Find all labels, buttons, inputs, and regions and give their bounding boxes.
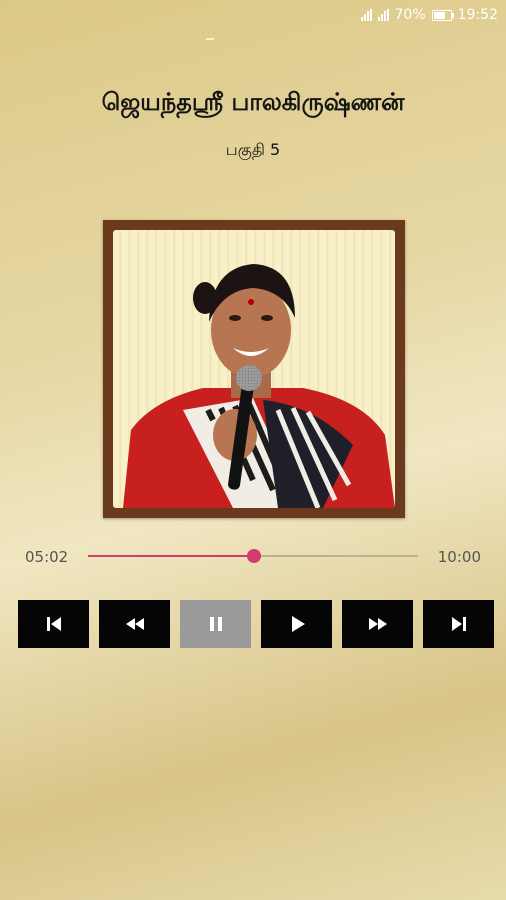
play-button[interactable] xyxy=(261,600,332,648)
seek-bar[interactable] xyxy=(88,549,418,563)
track-title: ஜெயந்தஸ்ரீ பாலகிருஷ்ணன் xyxy=(101,88,405,116)
skip-previous-icon xyxy=(46,617,61,631)
album-artwork xyxy=(103,220,405,518)
battery-percentage: 70% xyxy=(394,7,426,23)
artwork-photo xyxy=(113,230,395,508)
cellular-signal-icon xyxy=(377,9,389,21)
total-time: 10:00 xyxy=(437,548,481,566)
seek-progress xyxy=(88,555,254,557)
rewind-button[interactable] xyxy=(99,600,170,648)
pause-button[interactable] xyxy=(180,600,251,648)
speaker-portrait xyxy=(123,264,395,508)
clock: 19:52 xyxy=(457,7,498,23)
divider xyxy=(206,38,214,40)
pause-icon xyxy=(209,617,222,631)
skip-next-button[interactable] xyxy=(423,600,494,648)
wifi-signal-icon xyxy=(360,9,372,21)
status-bar: 70% 19:52 xyxy=(0,0,506,30)
battery-icon xyxy=(431,9,454,21)
skip-next-icon xyxy=(451,617,466,631)
seek-thumb[interactable] xyxy=(246,549,261,563)
skip-previous-button[interactable] xyxy=(18,600,89,648)
play-icon xyxy=(291,616,305,632)
fast-forward-icon xyxy=(368,618,387,630)
elapsed-time: 05:02 xyxy=(25,548,69,566)
track-subtitle: பகுதி 5 xyxy=(225,140,281,159)
fast-forward-button[interactable] xyxy=(342,600,413,648)
rewind-icon xyxy=(125,618,144,630)
playback-controls xyxy=(18,600,494,648)
